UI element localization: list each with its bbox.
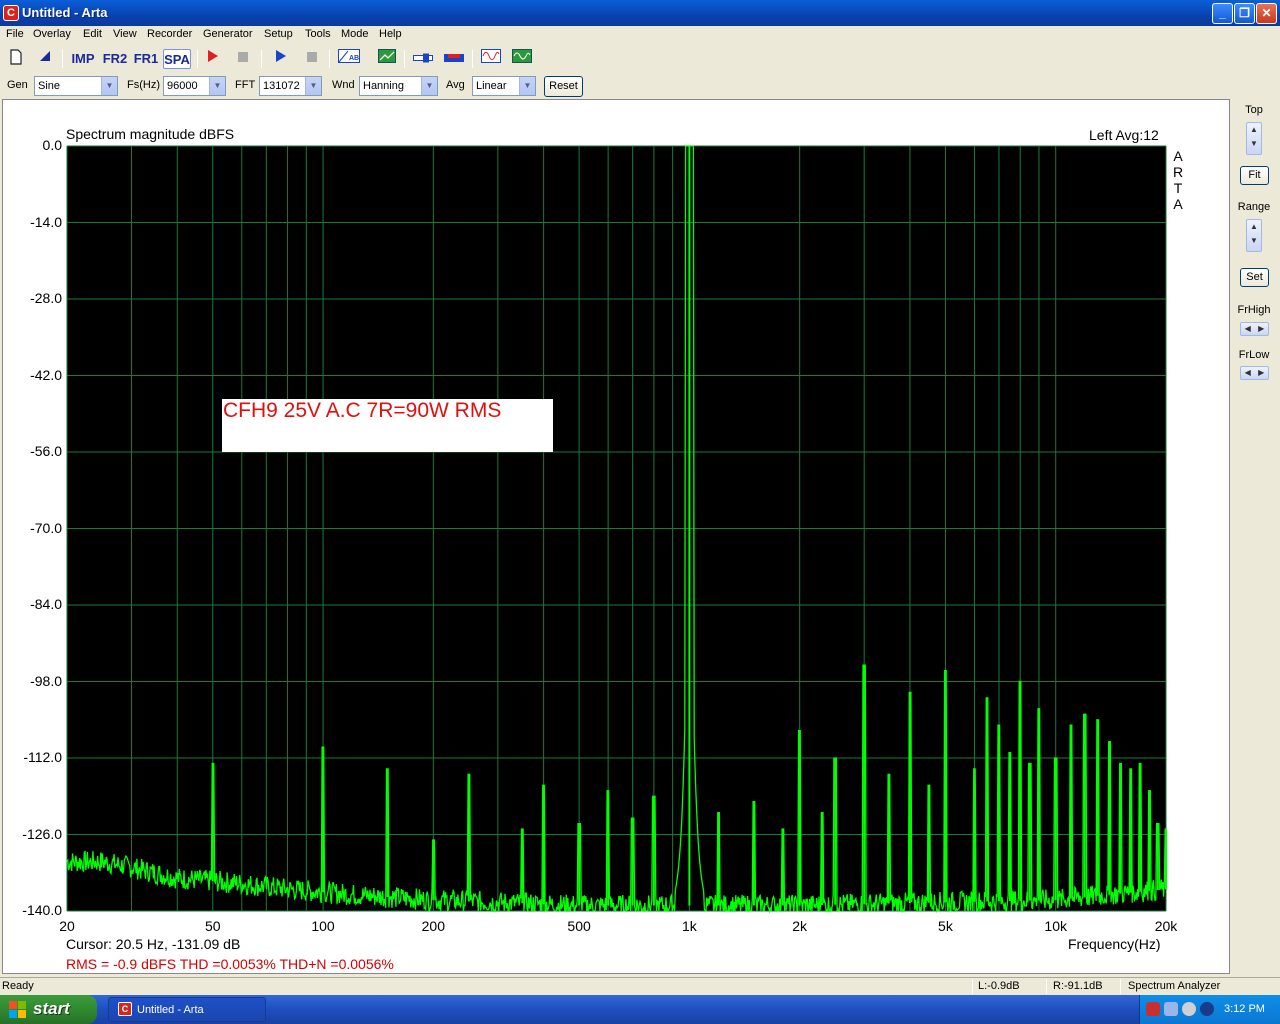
shield-icon[interactable]	[1146, 1002, 1160, 1016]
frhigh-spinner[interactable]: ◀ ▶	[1240, 322, 1269, 336]
start-button[interactable]: start	[0, 995, 97, 1024]
taskbar-item-label: Untitled - Arta	[137, 1004, 204, 1016]
fit-button[interactable]: Fit	[1240, 166, 1269, 185]
channel-average-readout: Left Avg:12	[1089, 127, 1159, 143]
restore-button[interactable]: ❐	[1234, 3, 1255, 24]
x-tick-label: 5k	[938, 918, 953, 934]
speaker-icon[interactable]	[1182, 1002, 1196, 1016]
y-tick-label: 0.0	[42, 137, 62, 153]
annotation-box: CFH9 25V A.C 7R=90W RMS	[222, 399, 553, 452]
x-tick-label: 500	[567, 918, 591, 934]
clock: 3:12 PM	[1224, 1003, 1265, 1015]
close-button[interactable]: ✕	[1256, 3, 1277, 24]
cursor-readout: Cursor: 20.5 Hz, -131.09 dB	[66, 936, 241, 952]
x-tick-label: 20k	[1154, 918, 1178, 934]
y-tick-label: -98.0	[30, 672, 62, 689]
arta-app-icon: C	[118, 1002, 132, 1016]
taskbar-item-arta[interactable]: C Untitled - Arta	[108, 997, 266, 1022]
left-level: L:-0.9dB	[978, 980, 1020, 992]
brand-letter: R	[1172, 164, 1184, 180]
y-tick-label: -42.0	[30, 366, 62, 383]
network-icon[interactable]	[1164, 1002, 1178, 1016]
start-label: start	[33, 999, 70, 1018]
x-axis-title: Frequency(Hz)	[1068, 936, 1161, 952]
y-tick-label: -70.0	[30, 519, 62, 536]
y-tick-label: -28.0	[30, 290, 62, 306]
top-label: Top	[1245, 104, 1263, 116]
antivirus-icon[interactable]	[1200, 1002, 1214, 1016]
windows-logo-icon	[9, 1001, 26, 1018]
status-bar: Ready L:-0.9dB R:-91.1dB Spectrum Analyz…	[0, 977, 1280, 995]
y-tick-label: -140.0	[22, 902, 62, 918]
plot-title: Spectrum magnitude dBFS	[66, 126, 235, 142]
x-tick-label: 2k	[792, 918, 808, 934]
x-tick-label: 200	[421, 918, 445, 934]
x-tick-label: 20	[59, 918, 75, 934]
status-ready: Ready	[2, 980, 34, 992]
annotation-text: CFH9 25V A.C 7R=90W RMS	[223, 399, 502, 422]
brand-letter: T	[1173, 180, 1183, 196]
y-tick-label: -56.0	[30, 443, 62, 459]
range-label: Range	[1237, 201, 1271, 213]
frlow-label: FrLow	[1238, 349, 1270, 361]
y-tick-label: -84.0	[30, 596, 62, 612]
set-button[interactable]: Set	[1240, 268, 1269, 287]
x-tick-label: 10k	[1044, 918, 1067, 934]
spectrum-chart[interactable]	[0, 0, 1230, 975]
system-tray: 3:12 PM	[1139, 995, 1280, 1024]
range-spinner[interactable]: ▲ ▼	[1246, 219, 1262, 252]
frlow-spinner[interactable]: ◀ ▶	[1240, 366, 1269, 380]
right-level: R:-91.1dB	[1053, 980, 1103, 992]
brand-letter: A	[1173, 148, 1183, 164]
y-tick-label: -112.0	[23, 749, 62, 765]
taskbar: start C Untitled - Arta 3:12 PM	[0, 995, 1280, 1024]
x-tick-label: 50	[204, 918, 221, 934]
y-tick-label: -126.0	[22, 825, 62, 842]
top-spinner[interactable]: ▲ ▼	[1246, 122, 1262, 155]
mode-indicator: Spectrum Analyzer	[1128, 980, 1221, 992]
measurement-stats: RMS = -0.9 dBFS THD =0.0053% THD+N =0.00…	[66, 956, 394, 972]
y-tick-label: -14.0	[30, 213, 62, 230]
brand-letter: A	[1173, 196, 1183, 212]
arta-watermark: A R T A	[1172, 148, 1184, 212]
frhigh-label: FrHigh	[1237, 304, 1271, 316]
x-tick-label: 100	[311, 918, 335, 934]
x-tick-label: 1k	[681, 918, 697, 934]
